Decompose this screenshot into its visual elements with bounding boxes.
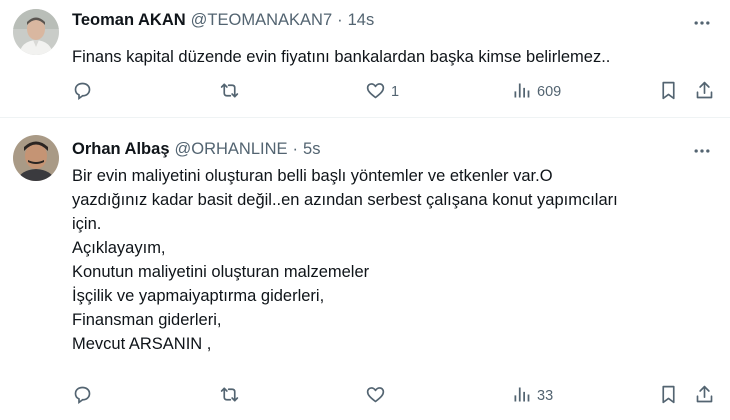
tweet-text-line: Finans kapital düzende evin fiyatını ban…: [72, 48, 611, 66]
action-bar: 33: [72, 384, 722, 408]
timestamp[interactable]: 5s: [303, 140, 320, 159]
tweet-2[interactable]: Orhan Albaş @ORHANLINE · 5s Bir evin mal…: [0, 119, 730, 420]
retweet-button[interactable]: [219, 384, 240, 408]
view-count: 33: [537, 388, 554, 404]
tweet-text: Finans kapital düzende evin fiyatını ban…: [72, 45, 712, 70]
separator: ·: [292, 140, 299, 158]
share-icon: [694, 80, 715, 105]
action-bar: 1 609: [72, 80, 722, 104]
bookmark-button[interactable]: [658, 80, 679, 104]
tweet-text-line: yazdığınız kadar basit değil..en azından…: [72, 191, 618, 209]
views-button[interactable]: 33: [511, 384, 553, 408]
tweet-text-line: Mevcut ARSANIN ,: [72, 335, 212, 353]
reply-button[interactable]: [72, 384, 93, 408]
views-icon: [511, 80, 532, 105]
display-name[interactable]: Orhan Albaş: [72, 140, 170, 159]
views-icon: [511, 384, 532, 409]
reply-icon: [72, 384, 93, 409]
separator: ·: [337, 11, 343, 29]
display-name[interactable]: Teoman AKAN: [72, 11, 186, 30]
retweet-icon: [219, 384, 240, 409]
handle[interactable]: @TEOMANAKAN7: [191, 11, 332, 30]
views-button[interactable]: 609: [511, 80, 561, 104]
tweet-1[interactable]: Teoman AKAN @TEOMANAKAN7 · 14s Finans ka…: [0, 0, 730, 118]
more-icon[interactable]: [691, 12, 713, 34]
tweet-text-line: Finansman giderleri,: [72, 311, 222, 329]
tweet-text: Bir evin maliyetini oluşturan belli başl…: [72, 164, 712, 356]
reply-icon: [72, 80, 93, 105]
share-button[interactable]: [694, 384, 715, 408]
share-button[interactable]: [694, 80, 715, 104]
like-count: 1: [391, 84, 400, 100]
like-button[interactable]: 1: [365, 80, 399, 104]
bookmark-button[interactable]: [658, 384, 679, 408]
handle[interactable]: @ORHANLINE: [175, 140, 288, 159]
avatar[interactable]: [13, 9, 59, 55]
tweet-text-line: Bir evin maliyetini oluşturan belli başl…: [72, 167, 553, 185]
reply-button[interactable]: [72, 80, 93, 104]
retweet-icon: [219, 80, 240, 105]
more-icon[interactable]: [691, 140, 713, 162]
avatar[interactable]: [13, 135, 59, 181]
bookmark-icon: [658, 80, 679, 105]
tweet-header: Teoman AKAN @TEOMANAKAN7 · 14s: [72, 11, 374, 30]
tweet-text-line: İşçilik ve yapmaiyaptırma giderleri,: [72, 287, 325, 305]
share-icon: [694, 384, 715, 409]
like-button[interactable]: [365, 384, 386, 408]
retweet-button[interactable]: [219, 80, 240, 104]
bookmark-icon: [658, 384, 679, 409]
like-icon: [365, 384, 386, 409]
like-icon: [365, 80, 386, 105]
tweet-header: Orhan Albaş @ORHANLINE · 5s: [72, 140, 320, 159]
tweet-text-line: Konutun maliyetini oluşturan malzemeler: [72, 263, 370, 281]
timestamp[interactable]: 14s: [348, 11, 375, 30]
view-count: 609: [537, 84, 562, 100]
tweet-text-line: için.: [72, 215, 102, 233]
tweet-text-line: Açıklayayım,: [72, 239, 166, 257]
